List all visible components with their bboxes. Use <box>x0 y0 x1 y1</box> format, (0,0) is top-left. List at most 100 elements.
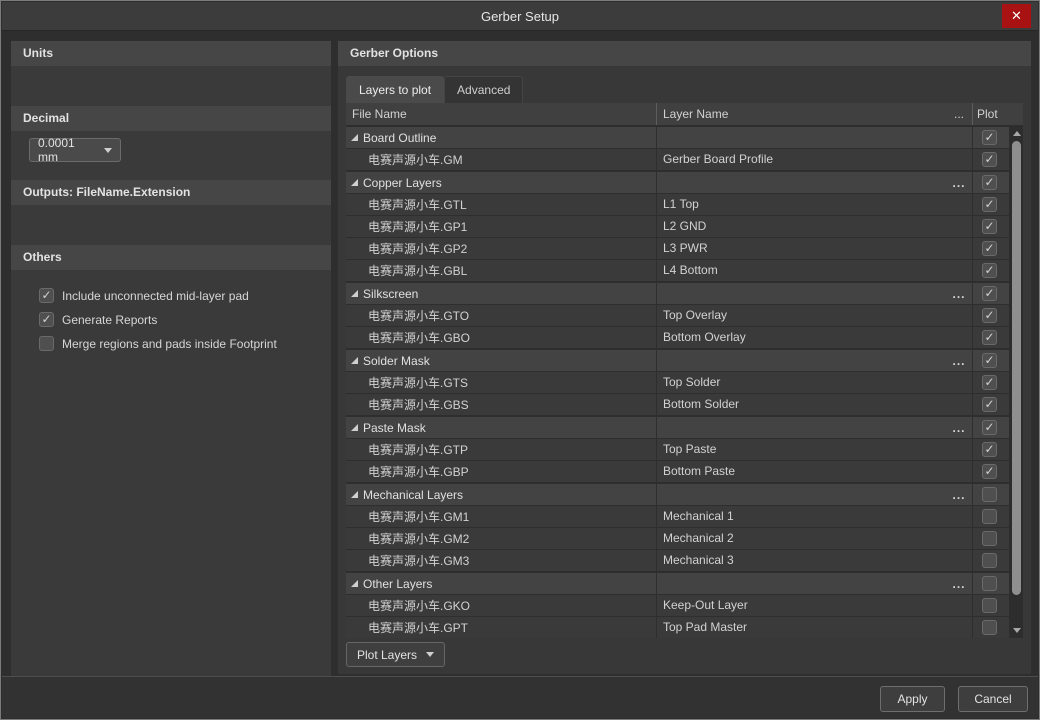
table-row[interactable]: 电赛声源小车.GTS Top Solder <box>346 372 1009 393</box>
layer-name-cell: Keep-Out Layer <box>656 595 946 616</box>
file-name-cell: 电赛声源小车.GP2 <box>368 240 467 257</box>
layer-name-cell <box>656 484 946 505</box>
checkbox-include-unconnected[interactable]: Include unconnected mid-layer pad <box>39 288 249 303</box>
checkbox-icon[interactable] <box>39 288 54 303</box>
expand-triangle-icon[interactable] <box>351 424 358 431</box>
cancel-button[interactable]: Cancel <box>958 686 1028 712</box>
scroll-up-icon[interactable] <box>1010 127 1023 140</box>
chevron-down-icon <box>104 148 112 153</box>
decimal-dropdown[interactable]: 0.0001 mm <box>29 138 121 162</box>
table-row[interactable]: Board Outline <box>346 127 1009 148</box>
plot-checkbox[interactable] <box>982 509 997 524</box>
layer-name-cell: Top Paste <box>656 439 946 460</box>
table-row[interactable]: 电赛声源小车.GM2 Mechanical 2 <box>346 528 1009 549</box>
checkbox-label: Generate Reports <box>62 313 157 327</box>
file-name-cell: 电赛声源小车.GPT <box>368 619 468 636</box>
plot-checkbox[interactable] <box>982 197 997 212</box>
layer-name-cell: Bottom Paste <box>656 461 946 482</box>
plot-checkbox[interactable] <box>982 130 997 145</box>
table-row[interactable]: Other Layers ... <box>346 573 1009 594</box>
expand-triangle-icon[interactable] <box>351 179 358 186</box>
expand-triangle-icon[interactable] <box>351 580 358 587</box>
plot-checkbox[interactable] <box>982 152 997 167</box>
file-name-cell: 电赛声源小车.GTP <box>368 441 468 458</box>
table-row[interactable]: 电赛声源小车.GTP Top Paste <box>346 439 1009 460</box>
file-name-cell: 电赛声源小车.GBL <box>368 262 467 279</box>
plot-checkbox[interactable] <box>982 464 997 479</box>
close-button[interactable]: ✕ <box>1002 4 1031 28</box>
table-row[interactable]: 电赛声源小车.GPT Top Pad Master <box>346 617 1009 638</box>
plot-checkbox[interactable] <box>982 375 997 390</box>
scroll-down-icon[interactable] <box>1010 624 1023 637</box>
plot-checkbox[interactable] <box>982 308 997 323</box>
plot-layers-label: Plot Layers <box>357 648 417 662</box>
plot-checkbox[interactable] <box>982 330 997 345</box>
table-row[interactable]: 电赛声源小车.GP2 L3 PWR <box>346 238 1009 259</box>
plot-checkbox[interactable] <box>982 175 997 190</box>
table-row[interactable]: Silkscreen ... <box>346 283 1009 304</box>
expand-triangle-icon[interactable] <box>351 290 358 297</box>
checkbox-icon[interactable] <box>39 336 54 351</box>
plot-checkbox[interactable] <box>982 353 997 368</box>
table-row[interactable]: 电赛声源小车.GBS Bottom Solder <box>346 394 1009 415</box>
plot-checkbox[interactable] <box>982 576 997 591</box>
checkbox-merge-regions[interactable]: Merge regions and pads inside Footprint <box>39 336 277 351</box>
table-row[interactable]: Paste Mask ... <box>346 417 1009 438</box>
gerber-options-panel: Gerber Options Layers to plot Advanced F… <box>338 41 1031 674</box>
table-row[interactable]: 电赛声源小车.GBP Bottom Paste <box>346 461 1009 482</box>
plot-checkbox[interactable] <box>982 263 997 278</box>
table-row[interactable]: 电赛声源小车.GM Gerber Board Profile <box>346 149 1009 170</box>
plot-checkbox[interactable] <box>982 620 997 635</box>
layer-name-cell <box>656 127 946 148</box>
table-row[interactable]: Solder Mask ... <box>346 350 1009 371</box>
layer-name-cell: Bottom Overlay <box>656 327 946 348</box>
table-row[interactable]: 电赛声源小车.GP1 L2 GND <box>346 216 1009 237</box>
table-row[interactable]: 电赛声源小车.GM1 Mechanical 1 <box>346 506 1009 527</box>
checkbox-generate-reports[interactable]: Generate Reports <box>39 312 157 327</box>
table-row[interactable]: 电赛声源小车.GTO Top Overlay <box>346 305 1009 326</box>
gerber-setup-dialog: Gerber Setup ✕ Units Inches Millimeters … <box>0 0 1040 720</box>
table-row[interactable]: 电赛声源小车.GTL L1 Top <box>346 194 1009 215</box>
plot-checkbox[interactable] <box>982 219 997 234</box>
plot-checkbox[interactable] <box>982 420 997 435</box>
table-scrollbar[interactable] <box>1010 126 1023 638</box>
plot-checkbox[interactable] <box>982 241 997 256</box>
column-header-layer-name[interactable]: Layer Name <box>656 103 946 125</box>
plot-checkbox[interactable] <box>982 553 997 568</box>
file-name-cell: 电赛声源小车.GBS <box>368 396 469 413</box>
checkbox-label: Merge regions and pads inside Footprint <box>62 337 277 351</box>
checkbox-icon[interactable] <box>39 312 54 327</box>
column-header-plot[interactable]: Plot <box>972 103 1006 125</box>
plot-checkbox[interactable] <box>982 487 997 502</box>
decimal-section-header: Decimal <box>11 106 331 131</box>
layer-name-cell <box>656 573 946 594</box>
table-row[interactable]: 电赛声源小车.GKO Keep-Out Layer <box>346 595 1009 616</box>
file-name-cell: Copper Layers <box>363 176 442 190</box>
plot-checkbox[interactable] <box>982 397 997 412</box>
table-row[interactable]: 电赛声源小车.GBL L4 Bottom <box>346 260 1009 281</box>
scrollbar-thumb[interactable] <box>1012 141 1021 595</box>
plot-checkbox[interactable] <box>982 598 997 613</box>
layer-name-cell: Mechanical 2 <box>656 528 946 549</box>
file-name-cell: Other Layers <box>363 577 432 591</box>
column-header-file-name[interactable]: File Name <box>346 103 656 125</box>
options-panel: Units Inches Millimeters Decimal 0.0001 … <box>11 41 331 676</box>
tab-advanced[interactable]: Advanced <box>444 76 523 103</box>
table-row[interactable]: Copper Layers ... <box>346 172 1009 193</box>
plot-layers-button[interactable]: Plot Layers <box>346 642 445 667</box>
apply-button[interactable]: Apply <box>880 686 945 712</box>
tab-layers-to-plot[interactable]: Layers to plot <box>346 76 444 103</box>
expand-triangle-icon[interactable] <box>351 134 358 141</box>
layer-name-cell <box>656 283 946 304</box>
plot-checkbox[interactable] <box>982 286 997 301</box>
expand-triangle-icon[interactable] <box>351 491 358 498</box>
plot-checkbox[interactable] <box>982 442 997 457</box>
expand-triangle-icon[interactable] <box>351 357 358 364</box>
column-header-ellipsis[interactable]: ... <box>946 103 972 125</box>
layer-name-cell: Mechanical 1 <box>656 506 946 527</box>
table-row[interactable]: Mechanical Layers ... <box>346 484 1009 505</box>
table-row[interactable]: 电赛声源小车.GBO Bottom Overlay <box>346 327 1009 348</box>
layer-name-cell <box>656 350 946 371</box>
table-row[interactable]: 电赛声源小车.GM3 Mechanical 3 <box>346 550 1009 571</box>
plot-checkbox[interactable] <box>982 531 997 546</box>
